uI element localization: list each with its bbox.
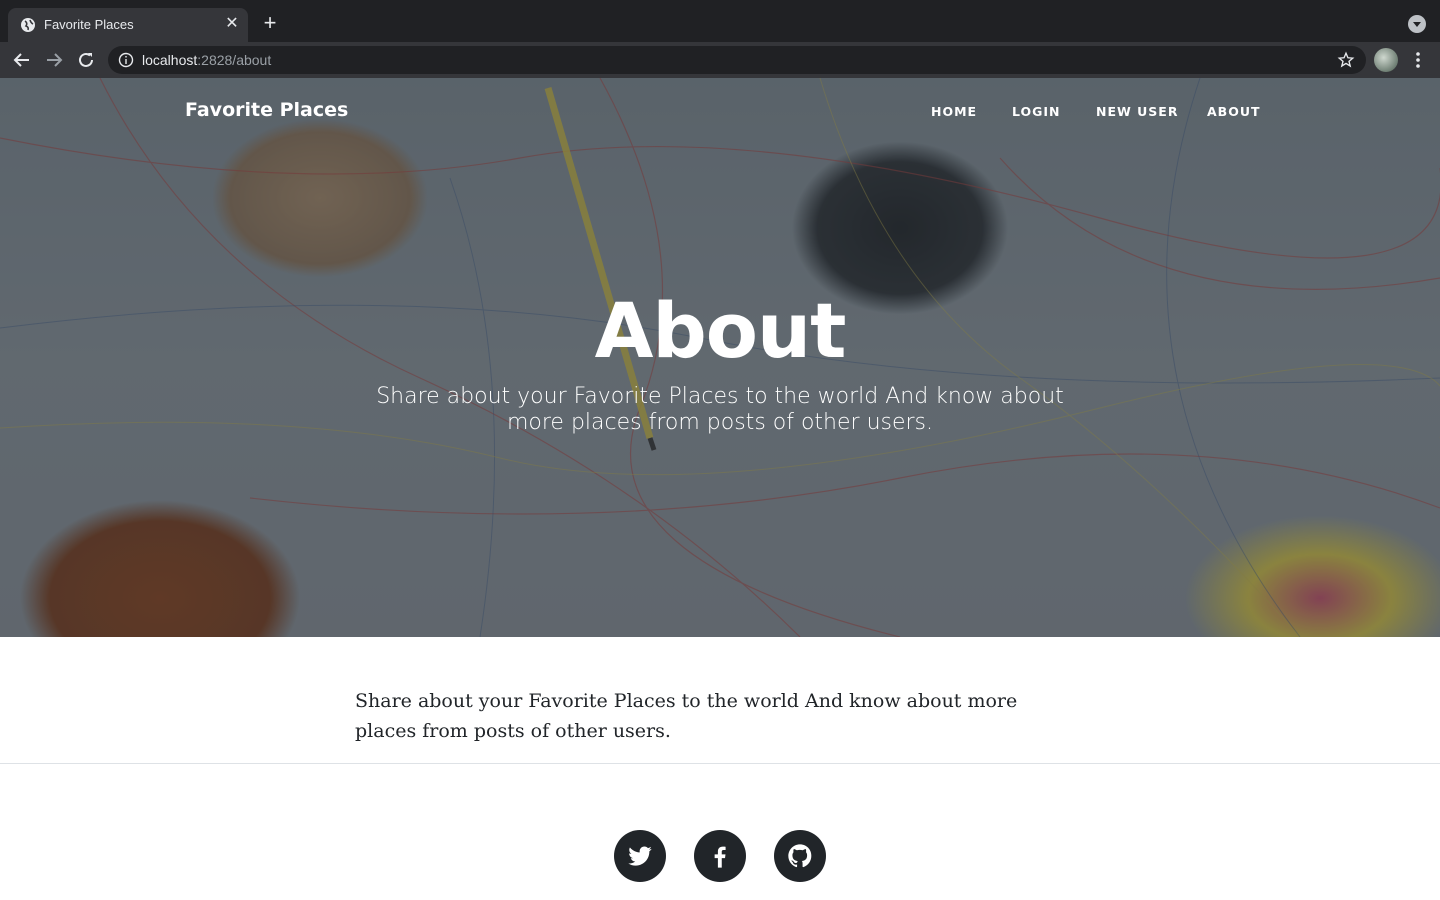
facebook-link[interactable] bbox=[694, 830, 746, 882]
content-divider bbox=[0, 763, 1440, 764]
back-arrow-icon[interactable] bbox=[10, 48, 34, 72]
new-tab-icon[interactable]: + bbox=[258, 12, 282, 36]
url-text: localhost:2828/about bbox=[142, 52, 272, 68]
globe-icon bbox=[21, 18, 35, 32]
nav-new-user[interactable]: NEW USER bbox=[1096, 104, 1178, 119]
github-link[interactable] bbox=[774, 830, 826, 882]
tab-title: Favorite Places bbox=[44, 17, 134, 32]
reload-icon[interactable] bbox=[74, 48, 98, 72]
tab-search-icon[interactable] bbox=[1408, 15, 1426, 33]
profile-avatar[interactable] bbox=[1374, 48, 1398, 72]
browser-tab-bar: Favorite Places ✕ + bbox=[0, 0, 1440, 42]
facebook-icon bbox=[714, 846, 726, 868]
browser-tab[interactable]: Favorite Places ✕ bbox=[8, 8, 248, 42]
hero-header: Favorite Places HOME LOGIN NEW USER ABOU… bbox=[0, 78, 1440, 637]
about-paragraph: Share about your Favorite Places to the … bbox=[355, 690, 1018, 742]
info-icon[interactable] bbox=[118, 52, 134, 68]
github-icon bbox=[788, 844, 812, 868]
page-title: About bbox=[594, 286, 847, 375]
address-bar[interactable]: localhost:2828/about bbox=[108, 46, 1366, 74]
close-tab-icon[interactable]: ✕ bbox=[222, 14, 242, 34]
bookmark-star-icon[interactable] bbox=[1337, 51, 1355, 69]
nav-home[interactable]: HOME bbox=[931, 104, 977, 119]
twitter-icon bbox=[628, 846, 652, 866]
twitter-link[interactable] bbox=[614, 830, 666, 882]
page-subtitle: Share about your Favorite Places to the … bbox=[376, 384, 1064, 435]
browser-toolbar: localhost:2828/about bbox=[0, 42, 1440, 78]
nav-login[interactable]: LOGIN bbox=[1012, 104, 1061, 119]
site-brand-link[interactable]: Favorite Places bbox=[185, 99, 348, 121]
more-vert-icon[interactable] bbox=[1408, 48, 1428, 72]
forward-arrow-icon[interactable] bbox=[42, 48, 66, 72]
nav-about[interactable]: ABOUT bbox=[1207, 104, 1261, 119]
